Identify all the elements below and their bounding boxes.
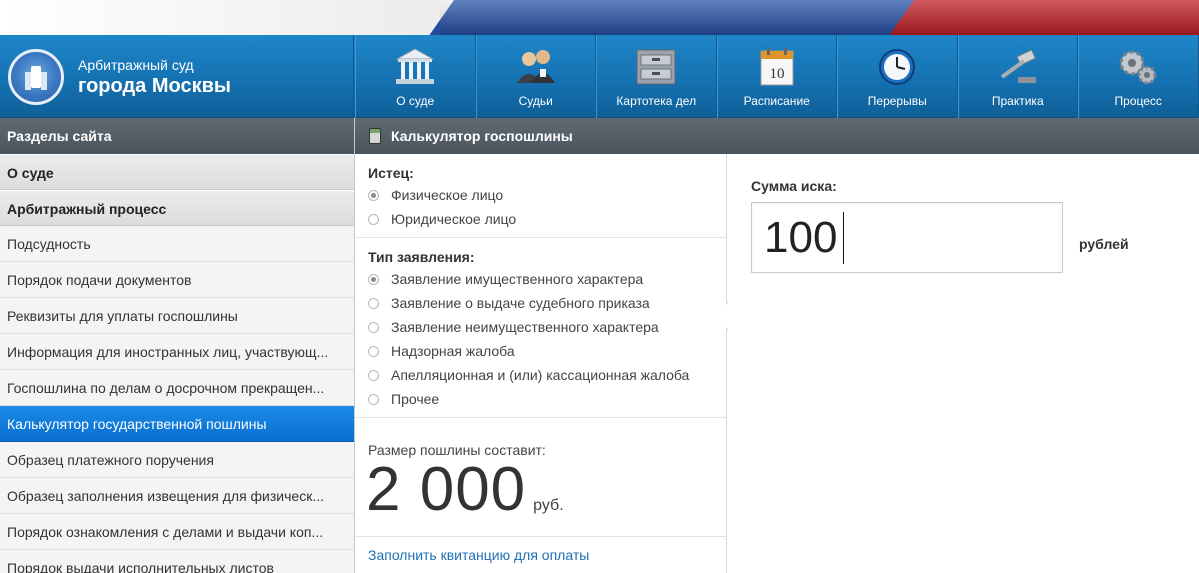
radio-selected[interactable] [368,273,379,285]
sidebar-item[interactable]: Подсудность [0,226,354,262]
plaintiff-option[interactable]: Физическое лицо [368,183,727,207]
claim-amount-input[interactable] [751,202,1063,273]
nav-label: Картотека дел [616,94,697,108]
divider [355,417,727,418]
nav-label: Процесс [1114,94,1162,108]
nav-label: О суде [396,94,435,108]
nav-item-judges[interactable]: Судьи [475,35,596,118]
claim-type-option[interactable]: Заявление имущественного характера [368,267,727,291]
radio-selected[interactable] [368,189,379,201]
flag-banner [0,0,1199,35]
claim-type-option[interactable]: Надзорная жалоба [368,339,727,363]
divider [355,237,727,238]
file-cabinet-icon [634,45,678,89]
fee-unit: руб. [533,497,564,514]
claim-type-group: Тип заявления: Заявление имущественного … [355,247,727,411]
clock-icon [875,45,919,89]
court-logo-icon [8,48,64,105]
sidebar-category-arbitration-process[interactable]: Арбитражный процесс [0,190,354,226]
site-header: Арбитражный суд города Москвы О суде Суд… [0,35,1199,118]
claim-type-option[interactable]: Заявление неимущественного характера [368,315,727,339]
calculator-heading-label: Калькулятор госпошлины [391,128,573,144]
claim-amount-panel: Сумма иска: рублей [728,154,1199,573]
claim-type-option[interactable]: Апелляционная и (или) кассационная жалоб… [368,363,727,387]
radio[interactable] [368,345,379,357]
plaintiff-group: Истец: Физическое лицо Юридическое лицо [355,163,727,231]
nav-item-process[interactable]: Процесс [1078,35,1199,118]
plaintiff-option[interactable]: Юридическое лицо [368,207,727,231]
nav-label: Перерывы [867,94,927,108]
court-name-line1: Арбитражный суд [78,56,194,73]
divider [355,536,727,537]
calculator-icon [369,128,381,144]
radio[interactable] [368,393,379,405]
sidebar-item[interactable]: Порядок подачи документов [0,262,354,298]
fee-result: 2 000 руб. [366,454,564,526]
nav-item-schedule[interactable]: 10 Расписание [716,35,837,118]
fee-amount: 2 000 [366,455,527,524]
option-label: Прочее [391,391,440,407]
courthouse-icon [393,45,437,89]
gavel-icon [996,45,1040,89]
radio[interactable] [368,213,379,225]
option-label: Надзорная жалоба [391,343,515,359]
court-name-line2: города Москвы [78,74,231,97]
sidebar-item[interactable]: Реквизиты для уплаты госпошлины [0,298,354,334]
text-caret [843,212,844,264]
gears-icon [1116,45,1160,89]
nav-label: Расписание [743,94,810,108]
option-label: Физическое лицо [391,187,504,203]
calculator-options-panel: Истец: Физическое лицо Юридическое лицо … [355,154,727,573]
main-nav: О суде Судьи Картотека дел 10 Расписание… [355,35,1199,118]
option-label: Заявление неимущественного характера [391,319,659,335]
option-label: Юридическое лицо [391,211,517,227]
judges-icon [514,45,558,89]
claim-type-title: Тип заявления: [368,249,475,265]
sidebar: О суде Арбитражный процесс Подсудность П… [0,154,354,573]
calendar-icon: 10 [755,45,799,89]
nav-item-case-files[interactable]: Картотека дел [596,35,717,118]
calculator-heading: Калькулятор госпошлины [355,118,1199,154]
nav-item-practice[interactable]: Практика [957,35,1078,118]
radio[interactable] [368,321,379,333]
sidebar-item-active[interactable]: Калькулятор государственной пошлины [0,406,354,442]
option-label: Заявление о выдаче судебного приказа [391,295,650,311]
claim-type-option[interactable]: Заявление о выдаче судебного приказа [368,291,727,315]
radio[interactable] [368,369,379,381]
brand[interactable]: Арбитражный суд города Москвы [0,35,354,118]
option-label: Заявление имущественного характера [391,271,644,287]
nav-item-about[interactable]: О суде [355,35,476,118]
claim-type-option[interactable]: Прочее [368,387,727,411]
sidebar-item[interactable]: Образец платежного поручения [0,442,354,478]
radio[interactable] [368,297,379,309]
sidebar-item[interactable]: Порядок ознакомления с делами и выдачи к… [0,514,354,550]
nav-label: Судьи [518,94,553,108]
claim-amount-label: Сумма иска: [751,178,837,194]
plaintiff-title: Истец: [368,165,414,181]
fill-receipt-link[interactable]: Заполнить квитанцию для оплаты [368,547,589,563]
nav-label: Практика [991,94,1044,108]
sidebar-item[interactable]: Информация для иностранных лиц, участвую… [0,334,354,370]
option-label: Апелляционная и (или) кассационная жалоб… [391,367,690,383]
sidebar-category-about[interactable]: О суде [0,154,354,190]
sidebar-heading: Разделы сайта [0,118,354,154]
calendar-day: 10 [769,66,784,82]
claim-amount-unit: рублей [1079,236,1129,252]
nav-item-breaks[interactable]: Перерывы [837,35,958,118]
sidebar-item[interactable]: Госпошлина по делам о досрочном прекраще… [0,370,354,406]
sidebar-item[interactable]: Образец заполнения извещения для физичес… [0,478,354,514]
sidebar-item[interactable]: Порядок выдачи исполнительных листов [0,550,354,573]
